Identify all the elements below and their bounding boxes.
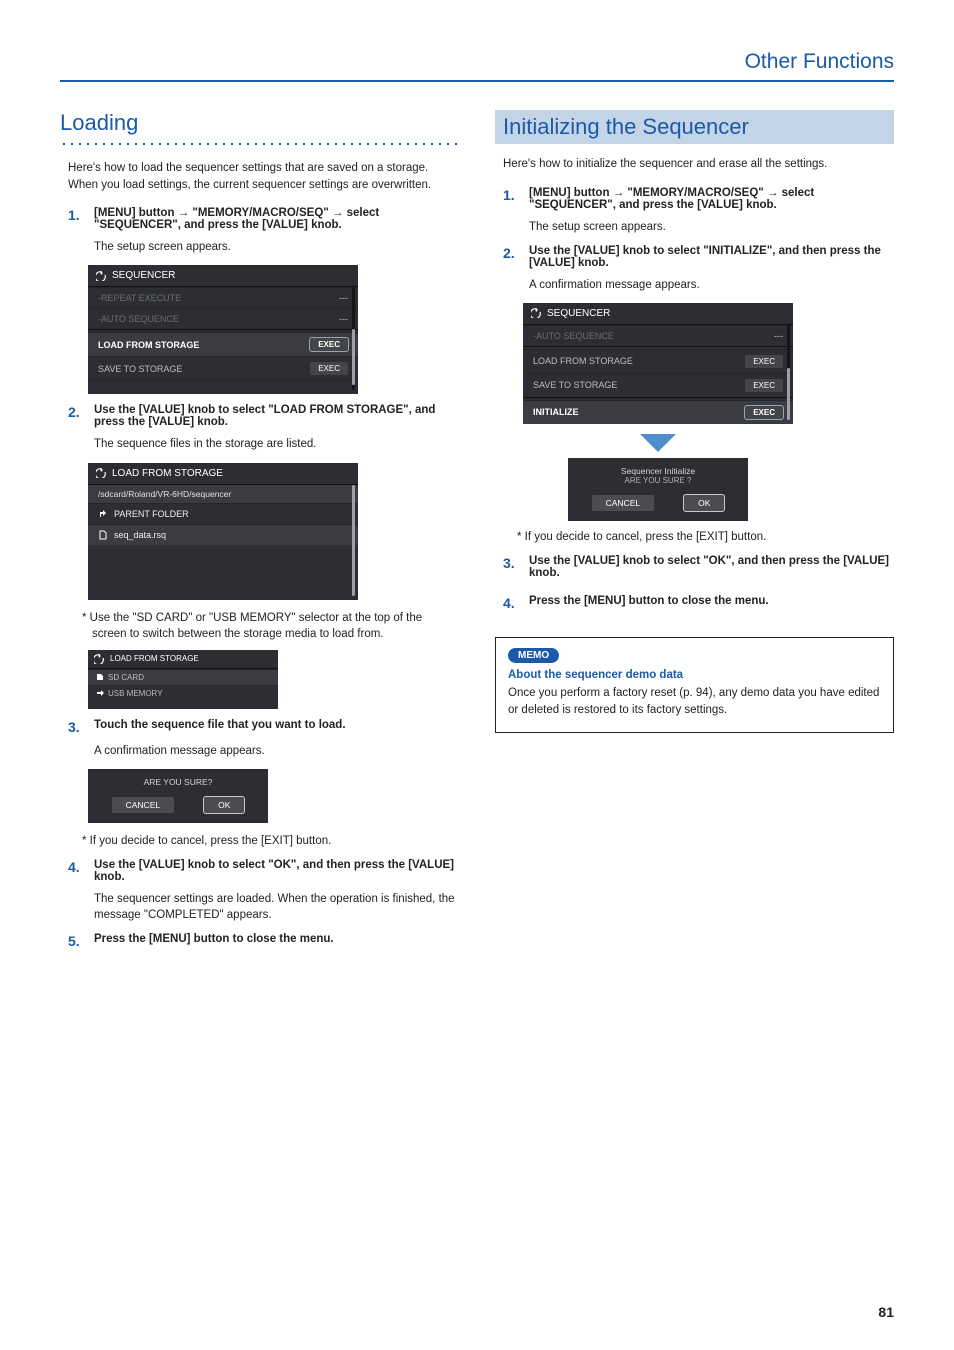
step-text-b: "MEMORY/MACRO/SEQ" xyxy=(192,207,328,219)
back-icon xyxy=(96,271,106,281)
sd-card-icon xyxy=(96,673,104,681)
exec-button: EXEC xyxy=(745,379,783,392)
step-number: 1. xyxy=(503,187,521,211)
ss-row-label: LOAD FROM STORAGE xyxy=(98,340,199,350)
init-intro: Here's how to initialize the sequencer a… xyxy=(503,156,894,173)
file-icon xyxy=(98,530,108,540)
back-icon xyxy=(96,468,106,478)
memo-title: About the sequencer demo data xyxy=(508,669,881,681)
selector-option: USB MEMORY xyxy=(108,689,163,698)
arrow-icon: → xyxy=(178,207,193,219)
step-number: 4. xyxy=(68,859,86,883)
arrow-icon: → xyxy=(332,207,347,219)
confirm-dialog: Sequencer Initialize ARE YOU SURE ? CANC… xyxy=(568,458,748,521)
step-sub: The setup screen appears. xyxy=(94,239,459,255)
selector-option: SD CARD xyxy=(108,673,144,682)
step-number: 3. xyxy=(503,555,521,579)
screenshot-sequencer-init: SEQUENCER -AUTO SEQUENCE --- LOAD FROM ST… xyxy=(523,303,793,424)
confirm-question: ARE YOU SURE ? xyxy=(578,476,738,485)
ss-title: SEQUENCER xyxy=(112,270,175,281)
step-number: 2. xyxy=(68,404,86,428)
memo-badge: MEMO xyxy=(508,648,559,663)
ok-button: OK xyxy=(684,495,724,511)
usb-icon xyxy=(96,689,104,697)
step-sub: The setup screen appears. xyxy=(529,219,894,235)
step-note: * Use the "SD CARD" or "USB MEMORY" sele… xyxy=(82,610,459,642)
step-text: Press the [MENU] button to close the men… xyxy=(94,933,334,945)
step-note: * If you decide to cancel, press the [EX… xyxy=(517,529,894,545)
step-body: [MENU] button → "MEMORY/MACRO/SEQ" → sel… xyxy=(94,207,459,231)
loading-intro: Here's how to load the sequencer setting… xyxy=(68,160,459,193)
ss-title: LOAD FROM STORAGE xyxy=(112,468,223,479)
step-text-b: "MEMORY/MACRO/SEQ" xyxy=(627,187,763,199)
confirm-question: ARE YOU SURE? xyxy=(98,777,258,787)
arrow-icon: → xyxy=(613,187,628,199)
ss-row-val: --- xyxy=(774,331,783,341)
exec-button: EXEC xyxy=(310,362,348,375)
ss-row-label: LOAD FROM STORAGE xyxy=(533,356,633,366)
screenshot-load-storage: LOAD FROM STORAGE /sdcard/Roland/VR-6HD/… xyxy=(88,463,358,600)
step-sub: A confirmation message appears. xyxy=(94,743,459,759)
step-text: Use the [VALUE] knob to select "OK", and… xyxy=(529,555,889,579)
cancel-button: CANCEL xyxy=(112,797,174,813)
ss-row-label: SAVE TO STORAGE xyxy=(98,364,182,374)
step-text-a: [MENU] button xyxy=(94,207,174,219)
step-number: 2. xyxy=(503,245,521,269)
parent-folder-icon xyxy=(98,509,108,519)
exec-button: EXEC xyxy=(310,338,348,351)
parent-folder-label: PARENT FOLDER xyxy=(114,509,189,519)
ok-button: OK xyxy=(204,797,244,813)
col-init: Initializing the Sequencer Here's how to… xyxy=(495,110,894,957)
step-number: 1. xyxy=(68,207,86,231)
step-number: 4. xyxy=(503,595,521,611)
screenshot-storage-selector: LOAD FROM STORAGE SD CARD USB MEMORY xyxy=(88,650,278,709)
step-body: [MENU] button → "MEMORY/MACRO/SEQ" → sel… xyxy=(529,187,894,211)
step-number: 3. xyxy=(68,719,86,735)
step-text: Use the [VALUE] knob to select "LOAD FRO… xyxy=(94,404,435,428)
arrow-icon: → xyxy=(767,187,782,199)
step-text: Touch the sequence file that you want to… xyxy=(94,719,346,731)
ss-row-label: -AUTO SEQUENCE xyxy=(533,331,614,341)
arrow-down-icon xyxy=(640,434,676,452)
file-name: seq_data.rsq xyxy=(114,530,166,540)
step-text: Use the [VALUE] knob to select "OK", and… xyxy=(94,859,454,883)
step-text: Press the [MENU] button to close the men… xyxy=(529,595,769,607)
back-icon xyxy=(94,654,104,664)
ss-row-val: --- xyxy=(339,314,348,324)
back-icon xyxy=(531,308,541,318)
cancel-button: CANCEL xyxy=(592,495,654,511)
loading-title: Loading xyxy=(60,110,459,136)
dotted-rule xyxy=(60,142,459,146)
ss-row-label: SAVE TO STORAGE xyxy=(533,380,617,390)
page-header: Other Functions xyxy=(60,50,894,82)
col-loading: Loading Here's how to load the sequencer… xyxy=(60,110,459,957)
step-note: * If you decide to cancel, press the [EX… xyxy=(82,833,459,849)
step-sub: A confirmation message appears. xyxy=(529,277,894,293)
scrollbar xyxy=(352,485,355,596)
step-sub: The sequencer settings are loaded. When … xyxy=(94,891,459,923)
ss-title: SEQUENCER xyxy=(547,308,610,319)
step-text: Use the [VALUE] knob to select "INITIALI… xyxy=(529,245,881,269)
ss-row-val: --- xyxy=(339,293,348,303)
ss-title: LOAD FROM STORAGE xyxy=(110,654,199,663)
init-title: Initializing the Sequencer xyxy=(495,110,894,144)
screenshot-sequencer: SEQUENCER -REPEAT EXECUTE --- -AUTO SEQUE… xyxy=(88,265,358,394)
exec-button: EXEC xyxy=(745,406,783,419)
ss-path: /sdcard/Roland/VR-6HD/sequencer xyxy=(88,485,358,503)
memo-body: Once you perform a factory reset (p. 94)… xyxy=(508,685,881,718)
scrollbar xyxy=(352,287,355,390)
memo-box: MEMO About the sequencer demo data Once … xyxy=(495,637,894,733)
step-number: 5. xyxy=(68,933,86,949)
ss-row-label: -AUTO SEQUENCE xyxy=(98,314,179,324)
scrollbar xyxy=(787,325,790,420)
step-sub: The sequence files in the storage are li… xyxy=(94,436,459,452)
ss-row-label: INITIALIZE xyxy=(533,407,579,417)
ss-row-label: -REPEAT EXECUTE xyxy=(98,293,181,303)
page-number: 81 xyxy=(878,1304,894,1320)
confirm-title: Sequencer Initialize xyxy=(578,466,738,476)
exec-button: EXEC xyxy=(745,355,783,368)
step-text-a: [MENU] button xyxy=(529,187,609,199)
confirm-dialog: ARE YOU SURE? CANCEL OK xyxy=(88,769,268,823)
